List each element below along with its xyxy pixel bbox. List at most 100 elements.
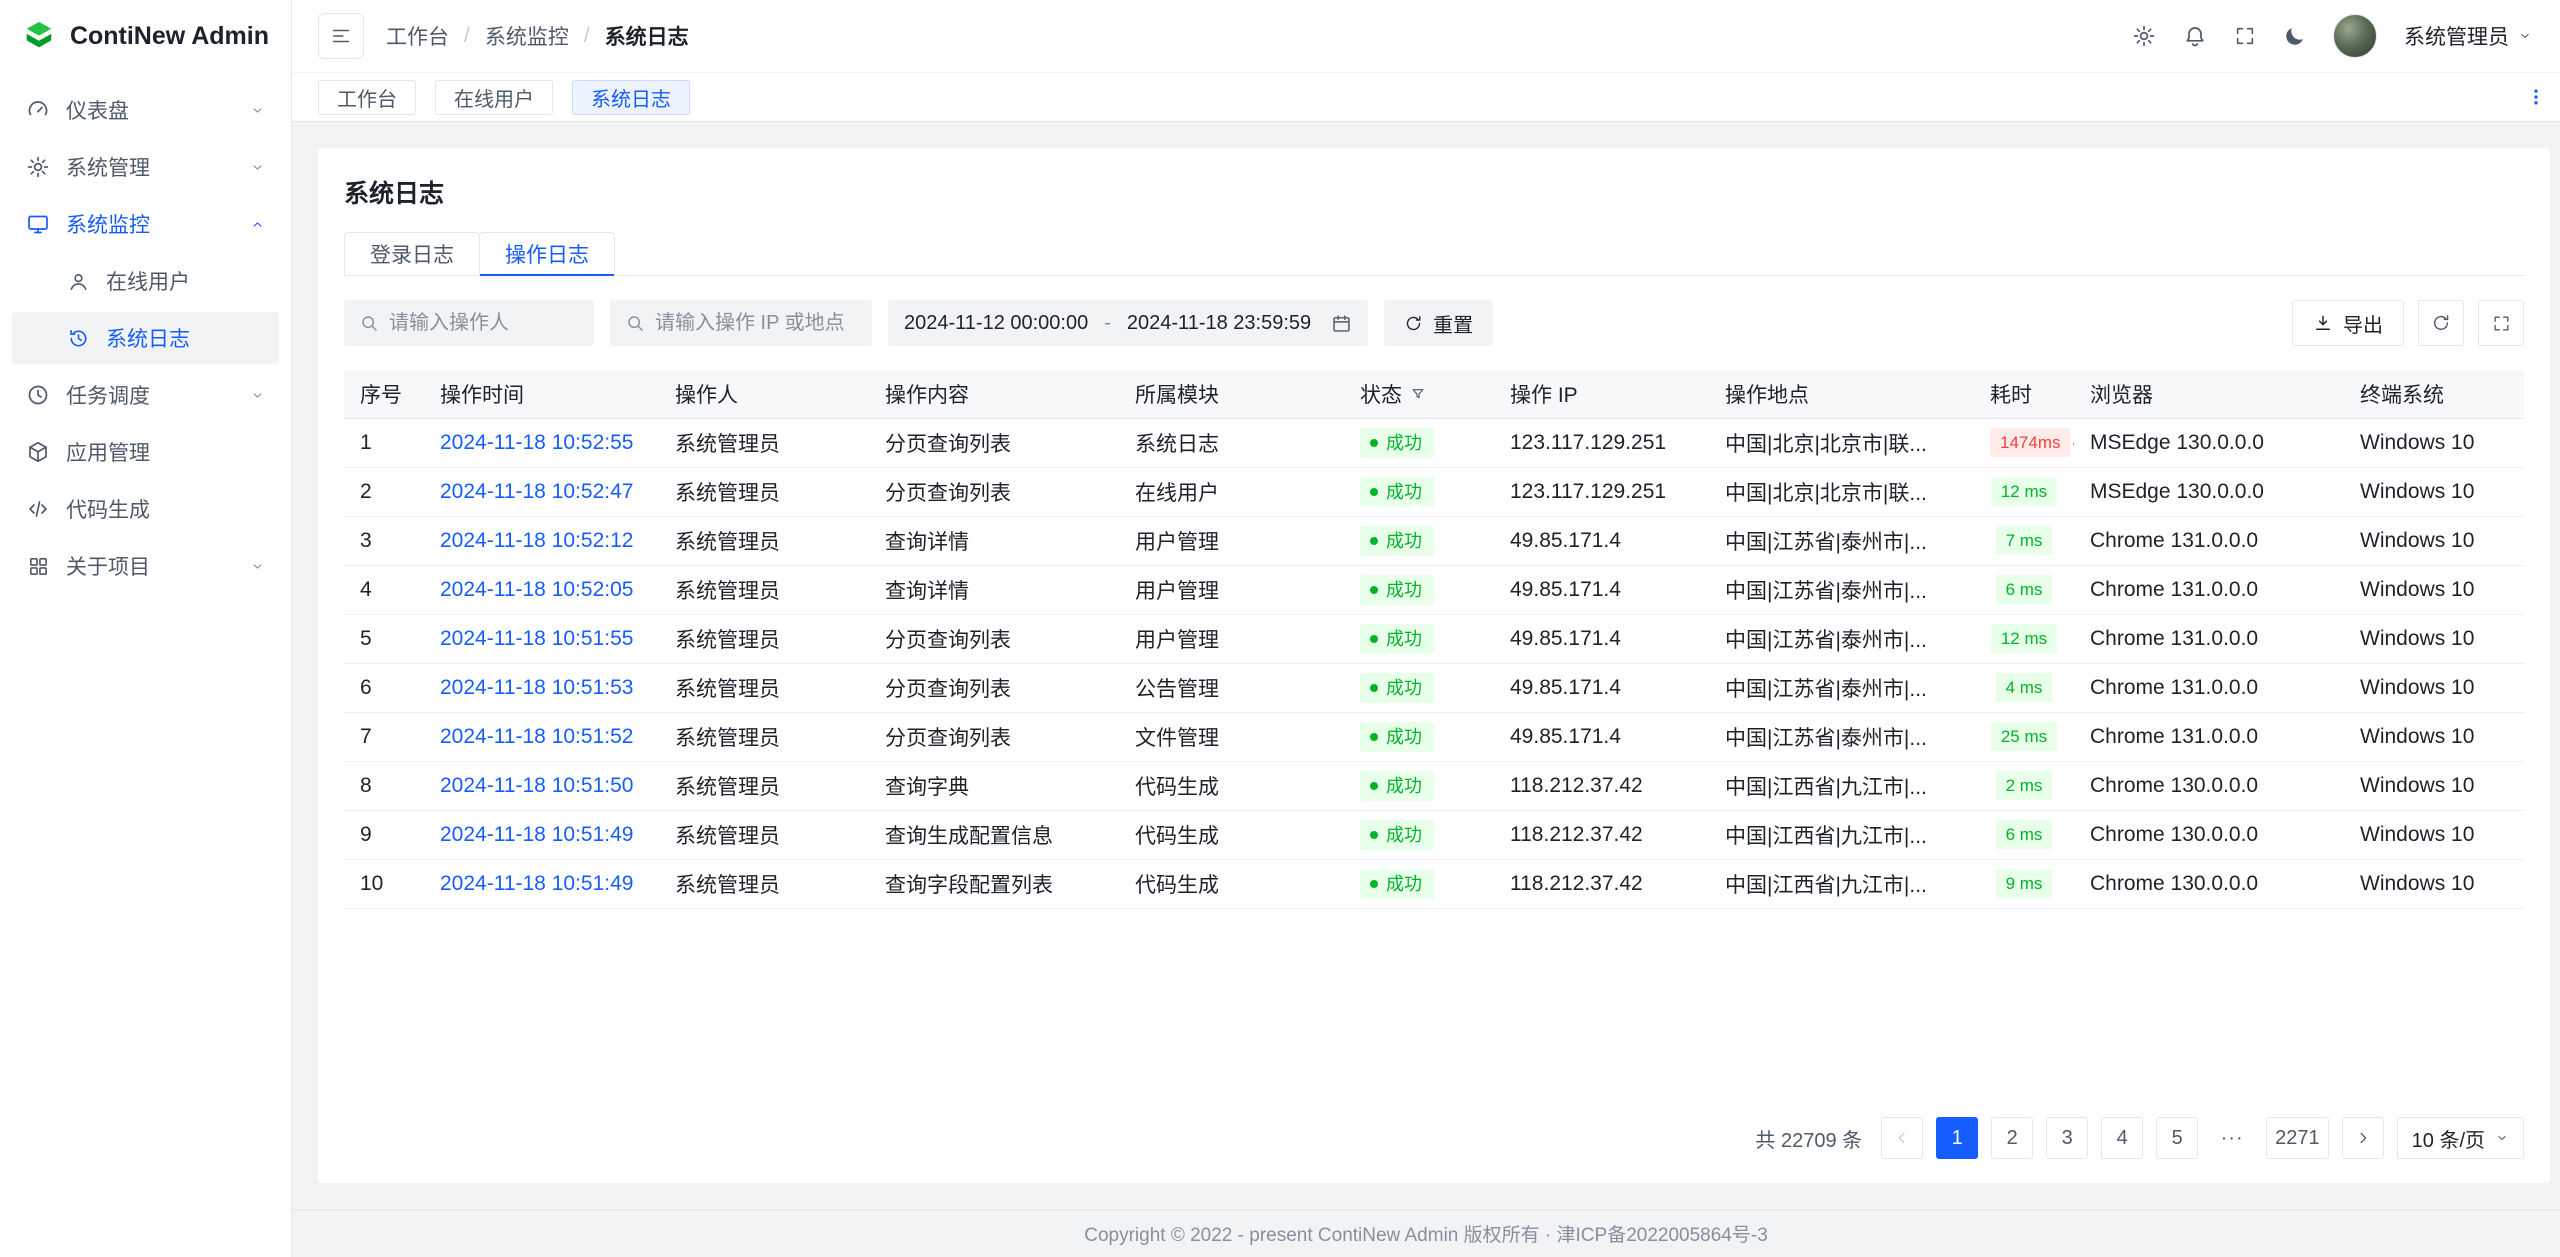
ip-search-input[interactable] xyxy=(655,312,857,335)
sidebar-item-about-project[interactable]: 关于项目 xyxy=(12,540,279,592)
cell-index: 1 xyxy=(344,418,424,467)
ip-search-field[interactable] xyxy=(610,300,872,346)
cell-browser: Chrome 131.0.0.0 xyxy=(2074,614,2344,663)
time-link[interactable]: 2024-11-18 10:51:49 xyxy=(440,872,633,895)
tab-operation-log[interactable]: 操作日志 xyxy=(479,232,615,275)
cell-operator: 系统管理员 xyxy=(659,810,869,859)
time-link[interactable]: 2024-11-18 10:52:47 xyxy=(440,480,633,503)
date-range-picker[interactable]: 2024-11-12 00:00:00 - 2024-11-18 23:59:5… xyxy=(888,300,1368,346)
cell-os: Windows 10 xyxy=(2344,418,2524,467)
table-fullscreen-button[interactable] xyxy=(2478,300,2524,346)
table-row: 4 2024-11-18 10:52:05 系统管理员 查询详情 用户管理 成功 xyxy=(344,565,2524,614)
sidebar-item-label: 系统日志 xyxy=(106,323,190,353)
avatar[interactable] xyxy=(2333,14,2377,58)
expand-icon xyxy=(2492,314,2511,333)
cell-browser: MSEdge 130.0.0.0 xyxy=(2074,467,2344,516)
col-os: 终端系统 xyxy=(2344,370,2524,418)
status-badge: 成功 xyxy=(1360,477,1434,507)
logo-icon xyxy=(22,19,56,53)
cell-location: 中国|江西省|九江市|... xyxy=(1709,761,1974,810)
refresh-table-button[interactable] xyxy=(2418,300,2464,346)
status-dot-icon xyxy=(1370,733,1378,741)
cell-module: 在线用户 xyxy=(1119,467,1344,516)
page-ellipsis-button[interactable]: ··· xyxy=(2211,1117,2253,1159)
col-operator: 操作人 xyxy=(659,370,869,418)
sidebar-item-task-schedule[interactable]: 任务调度 xyxy=(12,369,279,421)
cell-os: Windows 10 xyxy=(2344,712,2524,761)
cell-time: 2024-11-18 10:52:12 xyxy=(424,516,659,565)
fullscreen-button[interactable] xyxy=(2234,25,2256,47)
cell-status: 成功 xyxy=(1344,810,1494,859)
col-module: 所属模块 xyxy=(1119,370,1344,418)
tab-system-log[interactable]: 系统日志 xyxy=(572,80,690,115)
cell-status: 成功 xyxy=(1344,663,1494,712)
table-actions: 导出 xyxy=(2292,300,2524,346)
operator-search-input[interactable] xyxy=(389,312,579,335)
pagination-total: 共 22709 条 xyxy=(1755,1124,1862,1153)
topbar-actions: 系统管理员 xyxy=(2132,14,2532,58)
breadcrumb-item[interactable]: 系统监控 xyxy=(485,21,569,51)
time-link[interactable]: 2024-11-18 10:52:55 xyxy=(440,431,633,454)
tab-login-log[interactable]: 登录日志 xyxy=(344,232,480,275)
tab-online-users[interactable]: 在线用户 xyxy=(435,80,553,115)
page-button-last[interactable]: 2271 xyxy=(2266,1117,2329,1159)
table-row: 3 2024-11-18 10:52:12 系统管理员 查询详情 用户管理 成功 xyxy=(344,516,2524,565)
chevron-down-icon xyxy=(2518,29,2532,43)
cell-ip: 49.85.171.4 xyxy=(1494,712,1709,761)
app-icon xyxy=(26,440,50,464)
menu-fold-icon xyxy=(330,25,352,47)
menu-collapse-button[interactable] xyxy=(318,13,364,59)
theme-toggle-button[interactable] xyxy=(2283,25,2306,48)
copyright-text: Copyright © 2022 - present ContiNew Admi… xyxy=(1084,1220,1768,1247)
cell-duration: 6 ms xyxy=(1974,565,2074,614)
table-row: 6 2024-11-18 10:51:53 系统管理员 分页查询列表 公告管理 … xyxy=(344,663,2524,712)
duration-badge: 12 ms xyxy=(1991,624,2057,653)
time-link[interactable]: 2024-11-18 10:51:52 xyxy=(440,725,633,748)
status-filter-icon[interactable] xyxy=(1410,386,1426,402)
sidebar-item-app-management[interactable]: 应用管理 xyxy=(12,426,279,478)
col-location: 操作地点 xyxy=(1709,370,1974,418)
tab-workbench[interactable]: 工作台 xyxy=(318,80,416,115)
status-badge: 成功 xyxy=(1360,820,1434,850)
cell-module: 用户管理 xyxy=(1119,614,1344,663)
page-button-4[interactable]: 4 xyxy=(2101,1117,2143,1159)
notifications-button[interactable] xyxy=(2183,24,2207,48)
operator-search-field[interactable] xyxy=(344,300,594,346)
tab-more-button[interactable] xyxy=(2526,87,2546,107)
time-link[interactable]: 2024-11-18 10:51:50 xyxy=(440,774,633,797)
sidebar-item-system-log[interactable]: 系统日志 xyxy=(12,312,279,364)
time-link[interactable]: 2024-11-18 10:51:53 xyxy=(440,676,633,699)
status-badge: 成功 xyxy=(1360,428,1434,458)
reset-button[interactable]: 重置 xyxy=(1384,300,1493,346)
time-link[interactable]: 2024-11-18 10:52:05 xyxy=(440,578,633,601)
cell-time: 2024-11-18 10:51:53 xyxy=(424,663,659,712)
breadcrumb-separator: / xyxy=(464,24,470,48)
status-badge: 成功 xyxy=(1360,673,1434,703)
logo[interactable]: ContiNew Admin xyxy=(0,0,291,72)
cell-browser: Chrome 130.0.0.0 xyxy=(2074,761,2344,810)
duration-badge: 1474ms xyxy=(1990,428,2070,457)
prev-page-button[interactable] xyxy=(1881,1117,1923,1159)
settings-button[interactable] xyxy=(2132,24,2156,48)
sidebar-item-system-monitor[interactable]: 系统监控 xyxy=(12,198,279,250)
cell-time: 2024-11-18 10:51:52 xyxy=(424,712,659,761)
page-button-2[interactable]: 2 xyxy=(1991,1117,2033,1159)
time-link[interactable]: 2024-11-18 10:51:55 xyxy=(440,627,633,650)
export-button[interactable]: 导出 xyxy=(2292,300,2404,346)
time-link[interactable]: 2024-11-18 10:51:49 xyxy=(440,823,633,846)
page-button-3[interactable]: 3 xyxy=(2046,1117,2088,1159)
user-menu[interactable]: 系统管理员 xyxy=(2404,21,2532,51)
page-button-5[interactable]: 5 xyxy=(2156,1117,2198,1159)
sidebar-item-online-users[interactable]: 在线用户 xyxy=(12,255,279,307)
next-page-button[interactable] xyxy=(2342,1117,2384,1159)
sidebar-item-label: 在线用户 xyxy=(106,266,190,296)
sidebar-item-code-generation[interactable]: 代码生成 xyxy=(12,483,279,535)
breadcrumb-item[interactable]: 工作台 xyxy=(386,21,449,51)
cell-status: 成功 xyxy=(1344,712,1494,761)
page-size-select[interactable]: 10 条/页 xyxy=(2397,1117,2524,1159)
sidebar-item-dashboard[interactable]: 仪表盘 xyxy=(12,84,279,136)
page-button-1[interactable]: 1 xyxy=(1936,1117,1978,1159)
cell-status: 成功 xyxy=(1344,467,1494,516)
sidebar-item-system-management[interactable]: 系统管理 xyxy=(12,141,279,193)
time-link[interactable]: 2024-11-18 10:52:12 xyxy=(440,529,633,552)
